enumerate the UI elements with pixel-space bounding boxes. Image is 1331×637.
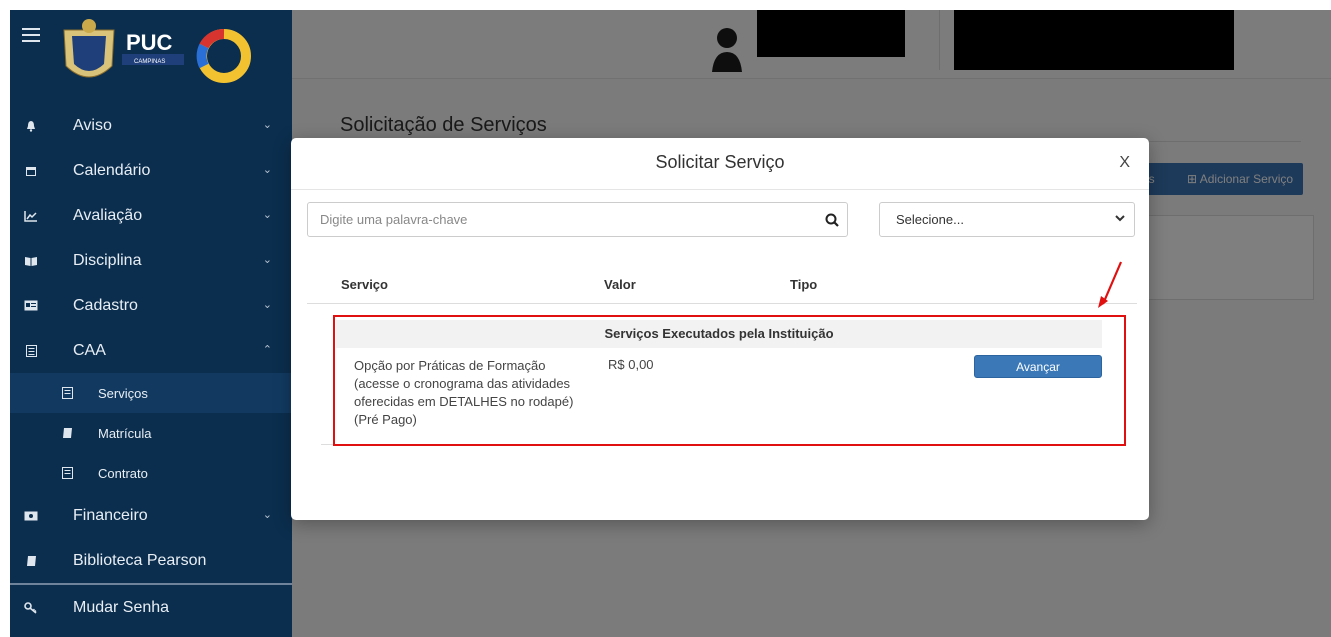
document-icon xyxy=(62,387,74,399)
chevron-down-icon: ⌄ xyxy=(262,119,272,131)
column-header-type: Tipo xyxy=(790,277,818,292)
column-header-value: Valor xyxy=(604,277,636,292)
book-icon xyxy=(23,554,39,568)
sidebar-item-calendario[interactable]: Calendário ⌄ xyxy=(10,148,292,193)
sidebar-header: PUC CAMPINAS xyxy=(10,10,292,103)
chart-line-icon xyxy=(23,209,39,223)
sidebar-item-avaliacao[interactable]: Avaliação ⌄ xyxy=(10,193,292,238)
chevron-down-icon: ⌄ xyxy=(262,509,272,521)
sidebar-item-label: Financeiro xyxy=(73,506,148,524)
request-service-modal: Solicitar Serviço X Selecione... Serviço… xyxy=(291,138,1149,520)
document-icon xyxy=(62,467,74,479)
chevron-down-icon xyxy=(1115,213,1125,225)
close-button[interactable]: X xyxy=(1119,154,1130,172)
logo-subtext: CAMPINAS xyxy=(134,59,165,65)
sidebar-item-label: Biblioteca Pearson xyxy=(73,551,207,569)
sidebar-item-label: Calendário xyxy=(73,161,151,179)
key-icon xyxy=(23,601,39,615)
document-icon xyxy=(23,344,39,358)
search-field xyxy=(307,202,848,237)
sidebar-item-label: Mudar Senha xyxy=(73,598,170,616)
calendar-icon xyxy=(23,164,39,178)
sidebar-item-disciplina[interactable]: Disciplina ⌄ xyxy=(10,238,292,283)
sidebar-item-cadastro[interactable]: Cadastro ⌄ xyxy=(10,283,292,328)
chevron-down-icon: ⌄ xyxy=(262,254,272,266)
sidebar-item-aviso[interactable]: Aviso ⌄ xyxy=(10,103,292,148)
sidebar-item-caa[interactable]: CAA ⌃ xyxy=(10,328,292,373)
modal-header-divider xyxy=(291,189,1149,190)
bell-icon xyxy=(23,119,39,133)
chevron-down-icon: ⌄ xyxy=(262,164,272,176)
menu-icon[interactable] xyxy=(22,28,40,42)
sidebar-item-label: Cadastro xyxy=(73,296,138,314)
sidebar-item-label: Disciplina xyxy=(73,251,142,269)
search-input[interactable] xyxy=(308,203,817,236)
modal-title: Solicitar Serviço xyxy=(655,152,785,172)
sidebar-item-label: Avaliação xyxy=(73,206,143,224)
sidebar-subitem-contrato[interactable]: Contrato xyxy=(10,453,292,493)
sidebar-subitem-label: Matrícula xyxy=(98,425,152,441)
logo-text: PUC xyxy=(126,30,173,55)
search-icon[interactable] xyxy=(817,213,847,227)
chevron-up-icon: ⌃ xyxy=(262,344,272,356)
money-icon xyxy=(23,509,39,523)
sidebar-subitem-servicos[interactable]: Serviços xyxy=(10,373,292,413)
sidebar-item-mudar-senha[interactable]: Mudar Senha xyxy=(10,585,292,630)
highlight-box xyxy=(333,315,1126,446)
sidebar: PUC CAMPINAS Aviso ⌄ Calendário ⌄ Avalia… xyxy=(10,10,292,637)
book-open-icon xyxy=(23,254,39,268)
id-card-icon xyxy=(23,299,39,313)
column-header-service: Serviço xyxy=(341,277,388,292)
sidebar-item-biblioteca[interactable]: Biblioteca Pearson xyxy=(10,538,292,583)
sidebar-subitem-label: Serviços xyxy=(98,385,148,401)
sidebar-subitem-matricula[interactable]: Matrícula xyxy=(10,413,292,453)
chevron-down-icon: ⌄ xyxy=(262,209,272,221)
select-value: Selecione... xyxy=(896,212,964,227)
sidebar-item-label: CAA xyxy=(73,341,106,359)
puc-campinas-logo: PUC CAMPINAS xyxy=(63,19,251,83)
sidebar-item-label: Aviso xyxy=(73,116,112,134)
chevron-down-icon: ⌄ xyxy=(262,299,272,311)
table-header-divider xyxy=(307,303,1137,304)
book-icon xyxy=(62,427,74,439)
annotation-arrow-icon xyxy=(1098,261,1123,308)
type-select[interactable]: Selecione... xyxy=(879,202,1135,237)
sidebar-subitem-label: Contrato xyxy=(98,465,148,481)
sidebar-item-financeiro[interactable]: Financeiro ⌄ xyxy=(10,493,292,538)
